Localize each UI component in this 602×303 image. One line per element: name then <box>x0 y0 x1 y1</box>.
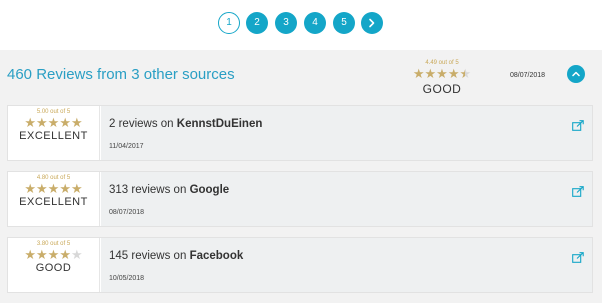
external-link-icon[interactable] <box>572 252 584 263</box>
source-name: Google <box>189 184 230 196</box>
summary-verdict: GOOD <box>422 82 462 96</box>
source-info: 145 reviews on Facebook 10/05/2018 <box>101 238 592 292</box>
star-icon: ★ <box>24 115 37 130</box>
star-icon: ★ <box>59 247 71 262</box>
star-icon: ★ <box>424 66 437 81</box>
star-icon: ★ <box>59 181 71 196</box>
external-link-icon[interactable] <box>572 186 584 197</box>
pagination: 1 2 3 4 5 <box>0 12 602 38</box>
review-source-card: 4.80 out of 5 ★★★★★ EXCELLENT 313 review… <box>7 171 593 227</box>
source-headline: 145 reviews on Facebook <box>109 250 243 262</box>
star-icon: ★ <box>70 181 83 196</box>
star-icon: ★ <box>47 181 60 196</box>
page-5-button[interactable]: 5 <box>333 12 355 34</box>
chevron-up-icon <box>572 71 580 77</box>
star-icon: ★ <box>36 247 48 262</box>
star-icon: ★ <box>24 181 37 196</box>
source-score: 4.80 out of 5 ★★★★★ EXCELLENT <box>8 172 100 226</box>
star-icon: ★ <box>36 181 48 196</box>
source-stars: ★★★★★ <box>8 182 99 195</box>
summary-stars: ★★★★★ <box>407 67 477 80</box>
page-3-button[interactable]: 3 <box>275 12 297 34</box>
source-date: 10/05/2018 <box>109 275 145 282</box>
source-stars: ★★★★★ <box>8 248 99 261</box>
source-date: 08/07/2018 <box>109 209 145 216</box>
source-info: 313 reviews on Google 08/07/2018 <box>101 172 592 226</box>
source-headline: 313 reviews on Google <box>109 184 229 196</box>
source-name: Facebook <box>189 250 244 262</box>
star-icon: ★ <box>412 66 425 81</box>
source-count: 313 reviews on <box>109 184 187 196</box>
source-stars: ★★★★★ <box>8 116 99 129</box>
external-link-icon[interactable] <box>572 120 584 131</box>
source-score: 3.80 out of 5 ★★★★★ GOOD <box>8 238 100 292</box>
star-icon: ★ <box>47 115 60 130</box>
page-4-button[interactable]: 4 <box>304 12 326 34</box>
star-icon: ★ <box>436 66 448 81</box>
source-count: 145 reviews on <box>109 250 187 262</box>
star-icon: ★ <box>70 247 83 262</box>
star-icon: ★ <box>47 247 60 262</box>
star-icon: ★ <box>459 66 472 81</box>
summary-date: 08/07/2018 <box>510 72 546 79</box>
review-source-card: 3.80 out of 5 ★★★★★ GOOD 145 reviews on … <box>7 237 593 293</box>
source-headline: 2 reviews on KennstDuEinen <box>109 118 262 130</box>
source-score: 5.00 out of 5 ★★★★★ EXCELLENT <box>8 106 100 160</box>
source-date: 11/04/2017 <box>109 143 144 150</box>
star-icon: ★ <box>70 115 83 130</box>
summary-score: 4.49 out of 5 ★★★★★ GOOD <box>407 60 477 96</box>
collapse-button[interactable] <box>567 65 585 83</box>
source-verdict: GOOD <box>35 262 72 274</box>
source-verdict: EXCELLENT <box>19 130 88 142</box>
star-icon: ★ <box>447 66 460 81</box>
star-icon: ★ <box>36 115 48 130</box>
page-2-button[interactable]: 2 <box>246 12 268 34</box>
next-page-button[interactable] <box>361 12 383 34</box>
page-1-button[interactable]: 1 <box>218 12 240 34</box>
chevron-right-icon <box>369 18 375 28</box>
review-source-card: 5.00 out of 5 ★★★★★ EXCELLENT 2 reviews … <box>7 105 593 161</box>
source-count: 2 reviews on <box>109 118 174 130</box>
star-icon: ★ <box>59 115 71 130</box>
source-info: 2 reviews on KennstDuEinen 11/04/2017 <box>101 106 592 160</box>
source-verdict: EXCELLENT <box>19 196 88 208</box>
star-icon: ★ <box>24 247 37 262</box>
reviews-summary-title: 460 Reviews from 3 other sources <box>7 66 235 83</box>
source-name: KennstDuEinen <box>176 118 263 130</box>
